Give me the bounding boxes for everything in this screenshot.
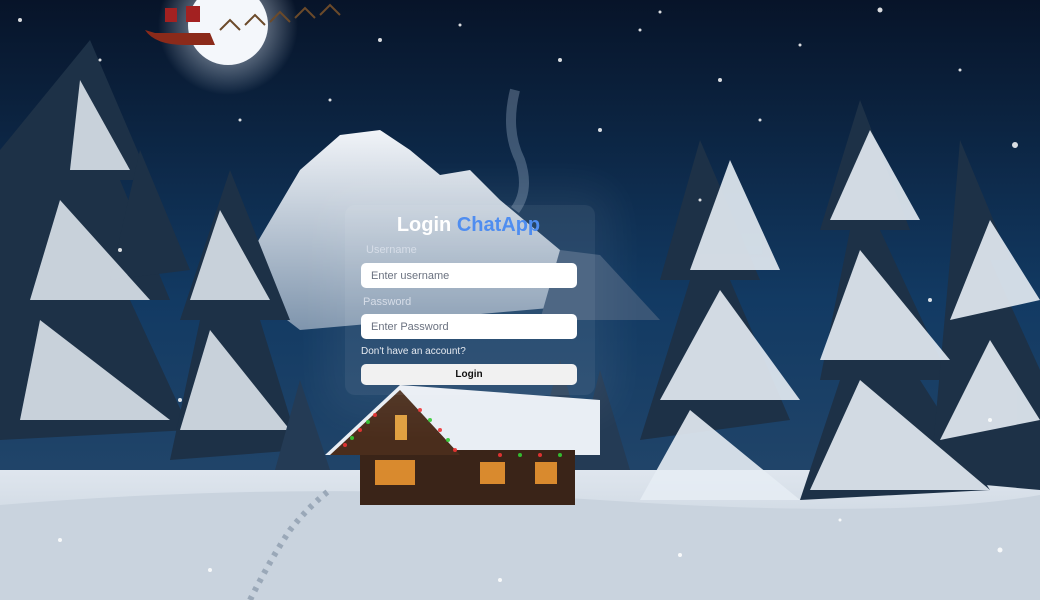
password-label: Password [363,296,412,308]
login-title-prefix: Login [396,214,452,236]
app-brand-name: ChatApp [456,214,541,236]
login-button[interactable]: Login [361,364,577,385]
signup-link[interactable]: Don't have an account? [361,346,466,357]
username-label: Username [366,244,417,256]
login-title: Login ChatApp [0,214,937,237]
password-input[interactable] [361,314,577,339]
username-input[interactable] [361,263,577,288]
